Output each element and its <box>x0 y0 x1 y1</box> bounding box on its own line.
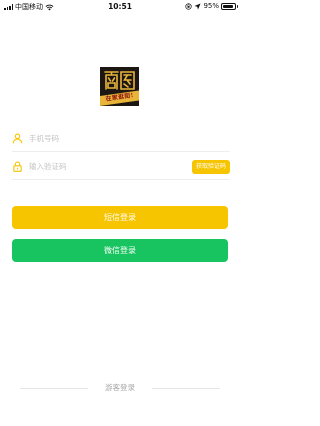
get-code-button[interactable]: 获取验证码 <box>191 160 230 174</box>
code-input[interactable] <box>29 158 179 174</box>
location-arrow-icon <box>194 3 201 9</box>
sms-login-button[interactable]: 短信登录 <box>12 206 228 229</box>
code-field: 获取验证码 <box>12 152 230 180</box>
status-bar: 中国移动 10:51 95% <box>0 0 240 14</box>
guest-login-area: 游客登录 <box>20 382 220 394</box>
wechat-login-button[interactable]: 微信登录 <box>12 239 228 262</box>
orientation-lock-icon <box>185 2 193 10</box>
battery-icon <box>221 2 238 10</box>
phone-field <box>12 124 230 152</box>
logo-mark-icon <box>104 71 135 90</box>
lock-icon <box>13 161 22 172</box>
battery-fill <box>223 4 234 8</box>
app-logo: 在家逛街! <box>100 67 139 106</box>
divider-right <box>152 388 220 389</box>
user-icon <box>12 133 23 144</box>
phone-input[interactable] <box>29 130 179 146</box>
battery-percent: 95% <box>203 2 219 10</box>
status-right: 95% <box>185 2 238 10</box>
